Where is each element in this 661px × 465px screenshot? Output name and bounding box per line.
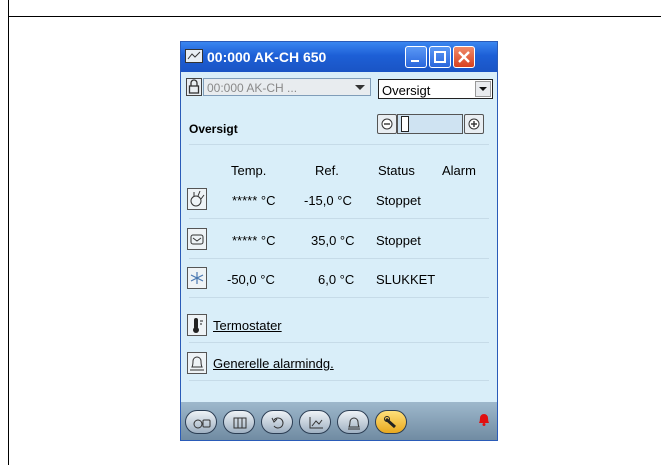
title-bar[interactable]: 00:000 AK-CH 650	[181, 42, 497, 72]
minus-icon	[381, 118, 393, 130]
maximize-button[interactable]	[429, 46, 451, 68]
table-row: -50,0 °C 6,0 °C SLUKKET	[181, 263, 497, 295]
lock-icon	[188, 79, 200, 94]
nav-alarm-button[interactable]	[337, 410, 369, 434]
thermometer-icon	[193, 318, 203, 333]
column-header-status: Status	[378, 163, 415, 178]
undo-icon	[271, 417, 284, 429]
plus-icon	[468, 118, 480, 130]
device-select-value: 00:000 AK-CH ...	[207, 81, 298, 95]
nav-back-button[interactable]	[261, 410, 293, 434]
window-title: 00:000 AK-CH 650	[207, 49, 327, 65]
column-header-alarm: Alarm	[442, 163, 476, 178]
table-row: ***** °C -15,0 °C Stoppet	[181, 184, 497, 216]
snowflake-icon	[190, 272, 204, 284]
nav-overview-button[interactable]	[185, 410, 217, 434]
list-item: Generelle alarmindg.	[181, 347, 497, 379]
view-select-value: Oversigt	[382, 83, 431, 98]
table-row: ***** °C 35,0 °C Stoppet	[181, 224, 497, 256]
condenser-icon	[190, 234, 204, 245]
chevron-down-icon	[350, 79, 370, 95]
nav-service-button[interactable]	[375, 410, 407, 434]
close-button[interactable]	[453, 46, 475, 68]
termostater-link[interactable]: Termostater	[213, 318, 282, 333]
alarms-link[interactable]: Generelle alarmindg.	[213, 356, 334, 371]
next-button[interactable]	[464, 114, 484, 134]
nav-grid-button[interactable]	[223, 410, 255, 434]
lock-button[interactable]	[186, 78, 202, 96]
outer-frame-left	[8, 17, 9, 465]
previous-button[interactable]	[377, 114, 397, 134]
device-select[interactable]: 00:000 AK-CH ...	[203, 78, 371, 96]
page-title: Oversigt	[189, 122, 238, 136]
chevron-down-icon	[475, 81, 491, 97]
ref-value: 6,0 °C	[318, 272, 355, 287]
alarm-settings-button[interactable]	[187, 352, 207, 374]
divider	[189, 342, 489, 343]
ref-value: 35,0 °C	[311, 233, 355, 248]
overview-icon	[193, 419, 211, 429]
evaporator-button[interactable]	[187, 267, 207, 289]
divider	[189, 218, 489, 219]
app-window: 00:000 AK-CH 650 00:000 AK-CH ... Oversi…	[180, 41, 498, 441]
slider-thumb[interactable]	[401, 116, 409, 132]
view-select[interactable]: Oversigt	[378, 79, 493, 99]
bell-icon	[348, 417, 360, 430]
minimize-button[interactable]	[405, 46, 427, 68]
compressor-icon	[190, 190, 205, 207]
ref-value: -15,0 °C	[304, 193, 352, 208]
app-icon	[185, 49, 203, 63]
compressor-button[interactable]	[187, 188, 207, 210]
nav-chart-button[interactable]	[299, 410, 331, 434]
column-header-temp: Temp.	[231, 163, 267, 178]
outer-frame-top	[8, 0, 661, 17]
bottom-nav	[181, 402, 497, 440]
status-value: Stoppet	[376, 193, 421, 208]
temp-value: ***** °C	[232, 233, 276, 248]
divider	[189, 258, 489, 259]
pager-slider[interactable]	[397, 114, 463, 134]
thermostat-button[interactable]	[187, 314, 207, 336]
divider	[189, 380, 489, 381]
status-value: SLUKKET	[376, 272, 436, 287]
status-value: Stoppet	[376, 233, 421, 248]
list-item: Termostater	[181, 309, 497, 341]
alarm-indicator-icon[interactable]	[477, 412, 491, 426]
toolbar: 00:000 AK-CH ... Oversigt	[181, 73, 497, 101]
temp-value: -50,0 °C	[227, 272, 275, 287]
divider	[189, 297, 489, 298]
condenser-button[interactable]	[187, 228, 207, 250]
bell-icon	[190, 356, 204, 371]
wrench-icon	[384, 416, 396, 429]
temp-value: ***** °C	[232, 193, 276, 208]
column-header-ref: Ref.	[315, 163, 339, 178]
divider	[189, 144, 489, 145]
grid-icon	[233, 417, 247, 429]
chart-icon	[309, 417, 323, 429]
